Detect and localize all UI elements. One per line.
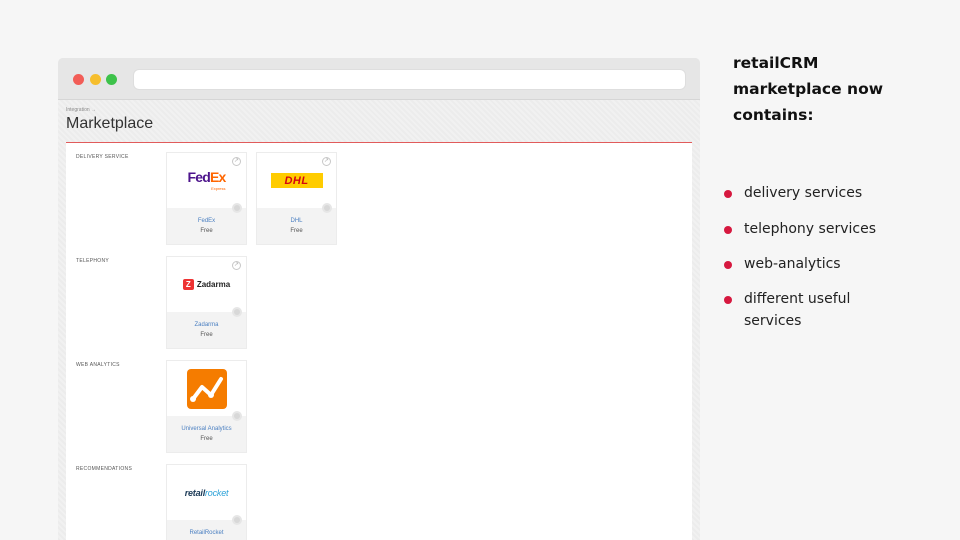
browser-window: Integration → Marketplace DELIVERY SERVI… [58,58,700,540]
card-logo-area: retailrocket [167,465,246,520]
card-name[interactable]: Universal Analytics [167,426,246,432]
info-icon[interactable] [232,203,242,213]
bullet-dot-icon [724,226,732,234]
zadarma-logo: Z Zadarma [182,279,230,290]
card-price: Free [200,436,213,442]
slide-heading: retailCRM marketplace now contains: [733,54,884,124]
card-universal-analytics[interactable]: Universal Analytics Free [166,360,247,453]
zadarma-mark-icon: Z [182,279,194,290]
card-name[interactable]: FedEx [167,218,246,224]
card-fedex[interactable]: FedEx Express ↗ FedEx Free [166,152,247,245]
bullet-dot-icon [724,296,732,304]
maximize-window-button[interactable] [106,74,117,85]
bullet-dot-icon [724,190,732,198]
info-icon[interactable] [232,307,242,317]
external-link-icon[interactable]: ↗ [322,157,331,166]
address-bar[interactable] [133,69,686,90]
card-price: Free [200,332,213,338]
breadcrumb[interactable]: Integration → [66,107,96,113]
section-label-telephony: TELEPHONY [76,258,109,264]
card-name[interactable]: RetailRocket [167,530,246,536]
card-logo-area [167,361,246,416]
external-link-icon[interactable]: ↗ [232,157,241,166]
section-label-recommendations: RECOMMENDATIONS [76,466,133,472]
minimize-window-button[interactable] [90,74,101,85]
card-price: Free [290,228,303,234]
info-icon[interactable] [232,515,242,525]
dhl-logo: DHL [270,173,323,188]
card-dhl[interactable]: DHL ↗ DHL Free [256,152,337,245]
google-analytics-icon [186,368,227,409]
retailrocket-logo: retailrocket [184,487,229,498]
card-price: Free [200,228,213,234]
info-icon[interactable] [232,411,242,421]
page-area: Integration → Marketplace DELIVERY SERVI… [58,100,700,540]
page-title: Marketplace [66,115,154,132]
card-retailrocket[interactable]: retailrocket RetailRocket [166,464,247,540]
info-icon[interactable] [322,203,332,213]
bullet-dot-icon [724,261,732,269]
card-name[interactable]: DHL [257,218,336,224]
close-window-button[interactable] [73,74,84,85]
marketplace-content: DELIVERY SERVICE FedEx Express ↗ FedEx F… [66,143,692,540]
external-link-icon[interactable]: ↗ [232,261,241,270]
browser-titlebar [58,58,700,100]
card-name[interactable]: Zadarma [167,322,246,328]
section-label-web-analytics: WEB ANALYTICS [76,362,120,368]
fedex-logo: FedEx Express [187,169,226,191]
card-zadarma[interactable]: Z Zadarma ↗ Zadarma Free [166,256,247,349]
section-label-delivery: DELIVERY SERVICE [76,154,129,160]
